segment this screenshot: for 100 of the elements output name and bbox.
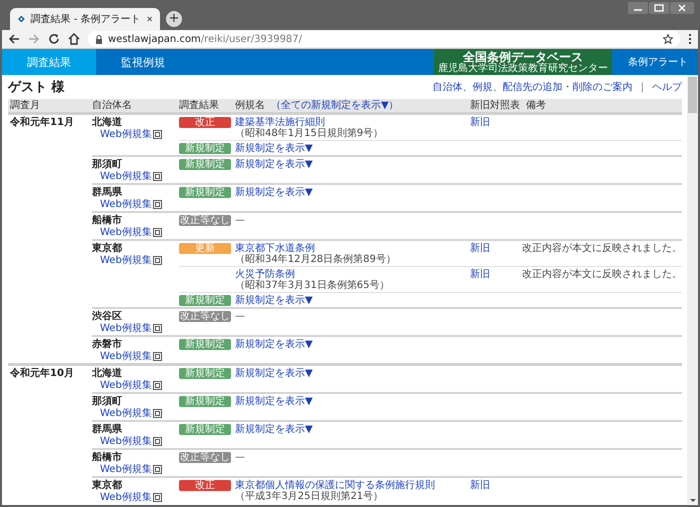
status-badge: 新規制定 — [179, 159, 231, 170]
external-link-icon — [152, 437, 162, 446]
column-header: 例規名 — [235, 100, 265, 111]
web-reiki-link[interactable]: Web例規集 — [100, 351, 162, 362]
survey-month: 令和元年11月 — [9, 116, 75, 130]
lock-icon — [95, 34, 103, 44]
column-header: 自治体名 — [92, 100, 133, 111]
nav-tab[interactable]: 監視例規 — [96, 49, 190, 75]
dash-text: — — [235, 215, 246, 226]
municipality-name: 北海道 — [92, 368, 122, 380]
dash-text: — — [235, 452, 246, 463]
expand-link[interactable]: 新規制定を表示▼ — [235, 295, 313, 306]
municipality-name: 群馬県 — [92, 187, 122, 199]
web-reiki-link[interactable]: Web例規集 — [100, 408, 162, 419]
law-number: （昭和34年12月28日条例第89号） — [235, 254, 396, 265]
site-title-link[interactable]: 条例アラート — [628, 55, 688, 69]
logo-banner[interactable]: 全国条例データベース 鹿児島大学司法政策教育研究センター — [434, 49, 612, 75]
web-reiki-link[interactable]: Web例規集 — [100, 199, 162, 210]
url-text: westlawjapan.com/reiki/user/3939987/ — [108, 34, 302, 44]
status-badge: 改正等なし — [179, 215, 231, 226]
status-badge: 新規制定 — [179, 424, 231, 435]
status-badge: 更新 — [179, 243, 231, 254]
web-reiki-link[interactable]: Web例規集 — [100, 227, 162, 238]
municipality-name: 北海道 — [92, 117, 122, 129]
minimize-icon[interactable] — [628, 2, 648, 14]
municipality-name: 群馬県 — [92, 424, 122, 436]
status-badge: 改正 — [179, 117, 231, 128]
diff-link[interactable]: 新旧 — [470, 117, 490, 128]
external-link-icon — [152, 130, 162, 139]
expand-link[interactable]: 新規制定を表示▼ — [235, 424, 313, 435]
status-badge: 新規制定 — [179, 396, 231, 407]
status-badge: 新規制定 — [179, 295, 231, 306]
column-header: 新旧対照表 — [470, 100, 520, 111]
external-link-icon — [152, 256, 162, 265]
column-header: 備考 — [526, 100, 546, 111]
diff-link[interactable]: 新旧 — [470, 243, 490, 254]
municipality-name: 那須町 — [92, 159, 122, 171]
diff-link[interactable]: 新旧 — [470, 480, 490, 491]
star-icon[interactable] — [663, 34, 673, 44]
down-arrow-icon[interactable] — [690, 499, 696, 502]
expand-link[interactable]: 新規制定を表示▼ — [235, 143, 313, 154]
header-link[interactable]: 自治体、例規、配信先の追加・削除のご案内 — [432, 80, 633, 94]
separator-text: | — [640, 82, 644, 92]
law-number: （昭和37年3月31日条例第65号） — [235, 280, 390, 291]
law-title-link[interactable]: 東京都個人情報の保護に関する条例施行規則 — [235, 480, 435, 491]
web-reiki-link[interactable]: Web例規集 — [100, 380, 162, 391]
web-reiki-link[interactable]: Web例規集 — [100, 129, 162, 140]
expand-link[interactable]: 新規制定を表示▼ — [235, 339, 313, 350]
reload-icon[interactable] — [48, 33, 60, 45]
external-link-icon — [152, 324, 162, 333]
note-text: 改正内容が本文に反映されました。 — [522, 269, 682, 282]
external-link-icon — [152, 228, 162, 237]
municipality-name: 東京都 — [92, 480, 122, 492]
show-all-link[interactable]: （全ての新規制定を表示▼） — [271, 100, 399, 111]
web-reiki-link[interactable]: Web例規集 — [100, 171, 162, 182]
status-badge: 新規制定 — [179, 339, 231, 350]
law-number: （昭和48年1月15日規則第9号） — [235, 128, 384, 139]
expand-link[interactable]: 新規制定を表示▼ — [235, 396, 313, 407]
law-title-link[interactable]: 火災予防条例 — [235, 269, 295, 280]
close-icon[interactable] — [146, 15, 152, 23]
note-text: 改正内容が本文に反映されました。 — [522, 243, 682, 256]
column-header: 調査結果 — [179, 100, 220, 111]
municipality-name: 渋谷区 — [92, 311, 122, 323]
web-reiki-link[interactable]: Web例規集 — [100, 323, 162, 334]
external-link-icon — [152, 381, 162, 390]
diff-link[interactable]: 新旧 — [470, 269, 490, 280]
home-icon[interactable] — [68, 33, 80, 45]
maximize-icon[interactable] — [649, 2, 669, 14]
header-link[interactable]: ヘルプ — [652, 80, 682, 94]
municipality-name: 船橋市 — [92, 215, 122, 227]
law-number: （平成3年3月25日規則第21号） — [235, 491, 384, 502]
law-title-link[interactable]: 建築基準法施行細則 — [235, 117, 325, 128]
external-link-icon — [152, 465, 162, 474]
back-icon[interactable] — [8, 33, 20, 45]
external-link-icon — [152, 200, 162, 209]
web-reiki-link[interactable]: Web例規集 — [100, 436, 162, 447]
web-reiki-link[interactable]: Web例規集 — [100, 464, 162, 475]
status-badge: 新規制定 — [179, 143, 231, 154]
column-header: 調査月 — [9, 100, 41, 111]
expand-link[interactable]: 新規制定を表示▼ — [235, 187, 313, 198]
status-badge: 改正等なし — [179, 311, 231, 322]
expand-link[interactable]: 新規制定を表示▼ — [235, 159, 313, 170]
new-tab-button[interactable]: + — [166, 11, 182, 27]
municipality-name: 東京都 — [92, 243, 122, 255]
web-reiki-link[interactable]: Web例規集 — [100, 255, 162, 266]
menu-icon[interactable] — [688, 33, 692, 45]
status-badge: 新規制定 — [179, 368, 231, 379]
web-reiki-link[interactable]: Web例規集 — [100, 492, 162, 503]
law-title-link[interactable]: 東京都下水道条例 — [235, 243, 315, 254]
address-field[interactable]: westlawjapan.com/reiki/user/3939987/ — [88, 31, 680, 47]
external-link-icon — [152, 352, 162, 361]
site-favicon — [18, 14, 25, 24]
browser-tab[interactable]: 調査結果 - 条例アラート — [10, 8, 160, 30]
dash-text: — — [235, 311, 246, 322]
status-badge: 新規制定 — [179, 187, 231, 198]
scrollbar[interactable] — [687, 75, 698, 504]
municipality-name: 赤磐市 — [92, 339, 122, 351]
external-link-icon — [152, 409, 162, 418]
expand-link[interactable]: 新規制定を表示▼ — [235, 368, 313, 379]
scroll-thumb[interactable] — [688, 77, 697, 113]
